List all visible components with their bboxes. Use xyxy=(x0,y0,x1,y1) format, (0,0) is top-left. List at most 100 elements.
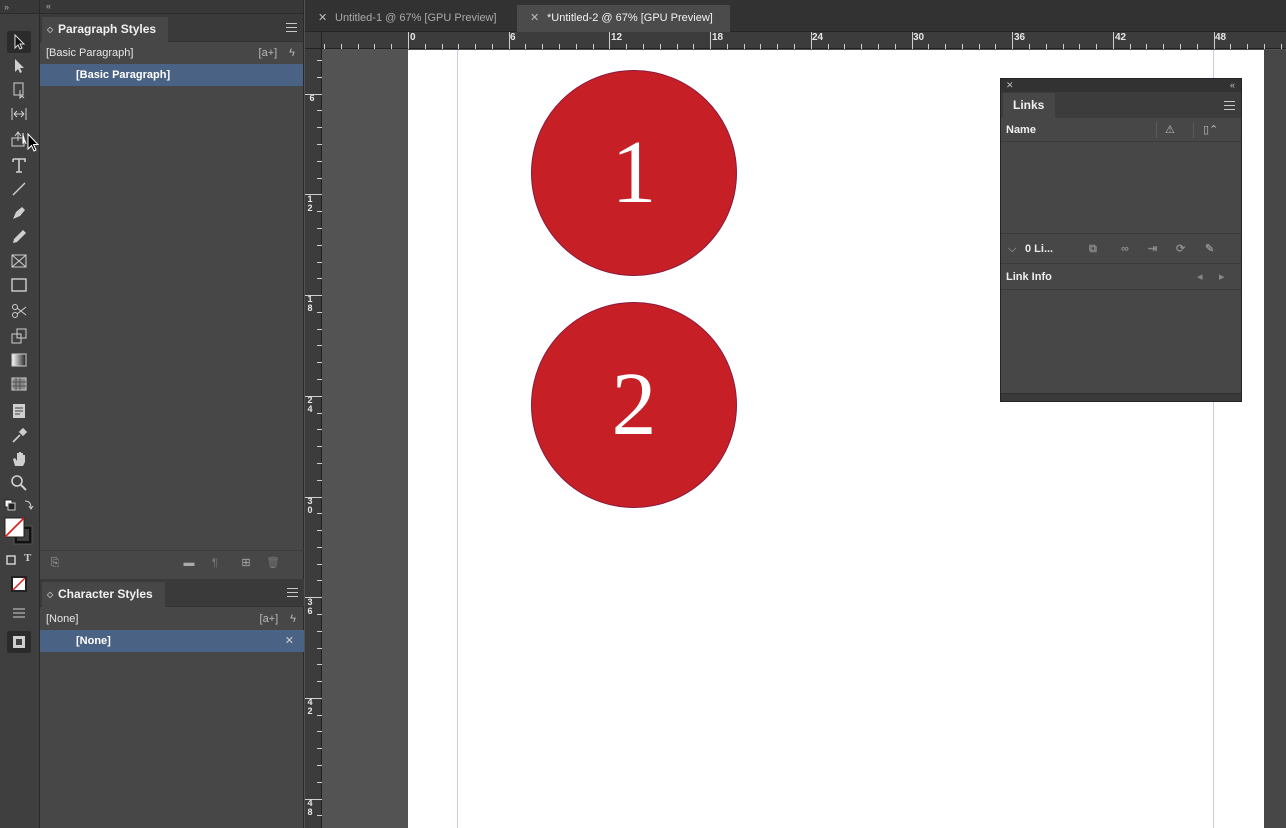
ruler-label: 30 xyxy=(913,32,925,43)
circle-number-text[interactable]: 2 xyxy=(612,360,657,450)
doc-tab-untitled-1[interactable]: ✕ Untitled-1 @ 67% [GPU Preview] xyxy=(305,5,517,32)
character-style-item-label: [None] xyxy=(76,635,111,647)
ruler-label: 48 xyxy=(1215,32,1227,43)
links-count-label: 0 Li... xyxy=(1025,243,1054,255)
lightning-icon[interactable]: ϟ xyxy=(290,608,296,630)
paragraph-styles-tab[interactable]: ◇ Paragraph Styles xyxy=(42,17,169,42)
document-tabs: ✕ Untitled-1 @ 67% [GPU Preview] ✕ *Unti… xyxy=(305,0,1286,32)
ruler-origin-corner[interactable] xyxy=(305,32,322,49)
ruler-label: 36 xyxy=(1014,32,1026,43)
new-style-from-selection-icon[interactable]: [a+] xyxy=(259,42,278,64)
close-panel-icon[interactable]: ✕ xyxy=(1006,79,1014,91)
ruler-label: 36 xyxy=(307,597,313,616)
edit-original-icon[interactable]: ✎ xyxy=(1205,234,1214,264)
panel-menu-icon[interactable] xyxy=(287,588,298,597)
relink-from-cc-icon[interactable]: ⧉ xyxy=(1089,234,1097,264)
relink-icon[interactable]: ∞ xyxy=(1121,234,1129,264)
links-list[interactable] xyxy=(1001,142,1241,234)
doc-tab-label: Untitled-1 @ 67% [GPU Preview] xyxy=(335,12,497,24)
lightning-icon[interactable]: ϟ xyxy=(289,42,295,64)
page-column-icon[interactable]: ▯⌃ xyxy=(1203,118,1218,142)
clear-overrides-icon[interactable]: ¶ xyxy=(208,557,222,569)
paragraph-style-group-row[interactable]: [Basic Paragraph] [a+] ϟ xyxy=(40,42,303,64)
ruler-label: 30 xyxy=(307,496,313,515)
doc-tab-label: *Untitled-2 @ 67% [GPU Preview] xyxy=(547,12,713,24)
lock-crossed-icon: ✕ xyxy=(284,635,294,647)
chevron-down-icon[interactable]: ⌵ xyxy=(1008,234,1016,264)
rectangle-frame-tool-icon[interactable] xyxy=(7,250,31,272)
new-style-icon[interactable]: ⊞ xyxy=(239,557,253,569)
links-panel-resize-bar[interactable] xyxy=(1001,393,1241,401)
character-style-item[interactable]: [None] ✕ xyxy=(40,630,304,652)
ruler-label: 42 xyxy=(307,697,313,716)
update-link-icon[interactable]: ⟳ xyxy=(1176,234,1185,264)
collapse-panel-icon[interactable]: « xyxy=(1230,79,1235,91)
vertical-ruler[interactable]: 6 12 18 24 30 36 42 48 xyxy=(305,49,322,828)
type-tool-icon[interactable] xyxy=(7,154,31,176)
new-group-folder-icon[interactable]: ▬ xyxy=(182,557,196,569)
links-panel: ✕ « Links Name ⚠ ▯⌃ ⌵ 0 Li... ⧉ ∞ ⇥ ⟳ ✎ … xyxy=(1000,78,1242,402)
links-panel-titlebar[interactable]: ✕ « xyxy=(1001,79,1241,92)
doc-tab-untitled-2[interactable]: ✕ *Untitled-2 @ 67% [GPU Preview] xyxy=(517,5,730,32)
warning-icon[interactable]: ⚠ xyxy=(1165,118,1175,142)
paragraph-style-item-label: [Basic Paragraph] xyxy=(76,69,171,81)
collapse-chevron-icon[interactable]: ◇ xyxy=(47,582,53,607)
character-styles-tab[interactable]: ◇ Character Styles xyxy=(42,582,165,607)
apply-none-icon[interactable] xyxy=(7,573,31,595)
tools-panel: » T xyxy=(0,0,40,828)
horizontal-ruler-ticks xyxy=(324,32,1282,49)
margin-guide-left xyxy=(457,50,458,828)
zoom-tool-icon[interactable] xyxy=(7,472,31,494)
new-style-from-selection-icon[interactable]: [a+] xyxy=(260,608,279,630)
go-to-link-icon[interactable]: ⇥ xyxy=(1148,234,1157,264)
vertical-scrollbar[interactable] xyxy=(1264,50,1286,828)
pen-tool-icon[interactable] xyxy=(7,202,31,224)
ruler-label: 12 xyxy=(611,32,623,43)
paragraph-style-group-label: [Basic Paragraph] xyxy=(46,47,134,59)
panel-menu-icon[interactable] xyxy=(1224,101,1235,110)
selection-tool-icon[interactable] xyxy=(7,31,31,53)
ruler-label: 24 xyxy=(812,32,824,43)
number-circle-1[interactable]: 1 xyxy=(531,70,737,276)
hand-tool-icon[interactable] xyxy=(7,448,31,470)
rectangle-tool-icon[interactable] xyxy=(7,274,31,296)
note-tool-icon[interactable] xyxy=(7,400,31,422)
ruler-label: 6 xyxy=(510,32,516,43)
gap-tool-icon[interactable] xyxy=(7,103,31,125)
formatting-container-toggle[interactable]: T xyxy=(3,552,35,568)
character-style-group-row[interactable]: [None] [a+] ϟ xyxy=(40,608,304,630)
collapse-chevron-icon[interactable]: ◇ xyxy=(47,17,53,42)
delete-style-icon[interactable]: 🗑 xyxy=(266,557,280,569)
line-tool-icon[interactable] xyxy=(7,178,31,200)
default-swap-colors-icon[interactable] xyxy=(3,498,35,514)
horizontal-ruler[interactable]: 0 6 12 18 24 30 36 42 48 xyxy=(322,32,1286,49)
panel-menu-icon[interactable] xyxy=(286,23,297,32)
scissors-tool-icon[interactable] xyxy=(7,300,31,322)
circle-number-text[interactable]: 1 xyxy=(612,128,657,218)
tools-panel-grip[interactable]: » xyxy=(0,0,39,14)
load-styles-icon[interactable]: ⎘ xyxy=(48,557,62,569)
next-link-icon[interactable]: ▸ xyxy=(1219,264,1225,290)
number-circle-2[interactable]: 2 xyxy=(531,302,737,508)
gradient-feather-tool-icon[interactable] xyxy=(7,373,31,395)
links-status-row: ⌵ 0 Li... ⧉ ∞ ⇥ ⟳ ✎ xyxy=(1001,234,1241,264)
screen-mode-icon[interactable] xyxy=(7,602,31,624)
gradient-swatch-tool-icon[interactable] xyxy=(7,349,31,371)
preview-mode-icon[interactable] xyxy=(7,631,31,653)
links-title: Links xyxy=(1013,98,1045,112)
formatting-text-toggle[interactable]: T xyxy=(24,552,31,564)
links-name-header[interactable]: Name ⚠ ▯⌃ xyxy=(1001,118,1241,142)
eyedropper-tool-icon[interactable] xyxy=(7,425,31,447)
page-tool-icon[interactable] xyxy=(7,79,31,101)
pencil-tool-icon[interactable] xyxy=(7,226,31,248)
link-info-header[interactable]: Link Info ◂ ▸ xyxy=(1001,264,1241,290)
free-transform-tool-icon[interactable] xyxy=(7,325,31,347)
close-tab-icon[interactable]: ✕ xyxy=(530,5,539,32)
links-tab[interactable]: Links xyxy=(1003,93,1055,118)
fill-stroke-swatch-icon[interactable] xyxy=(3,516,35,546)
paragraph-style-item[interactable]: [Basic Paragraph] xyxy=(40,64,303,86)
direct-selection-tool-icon[interactable] xyxy=(7,55,31,77)
close-tab-icon[interactable]: ✕ xyxy=(318,5,327,32)
previous-link-icon[interactable]: ◂ xyxy=(1197,264,1203,290)
panel-column-grip[interactable]: « xyxy=(40,0,303,14)
